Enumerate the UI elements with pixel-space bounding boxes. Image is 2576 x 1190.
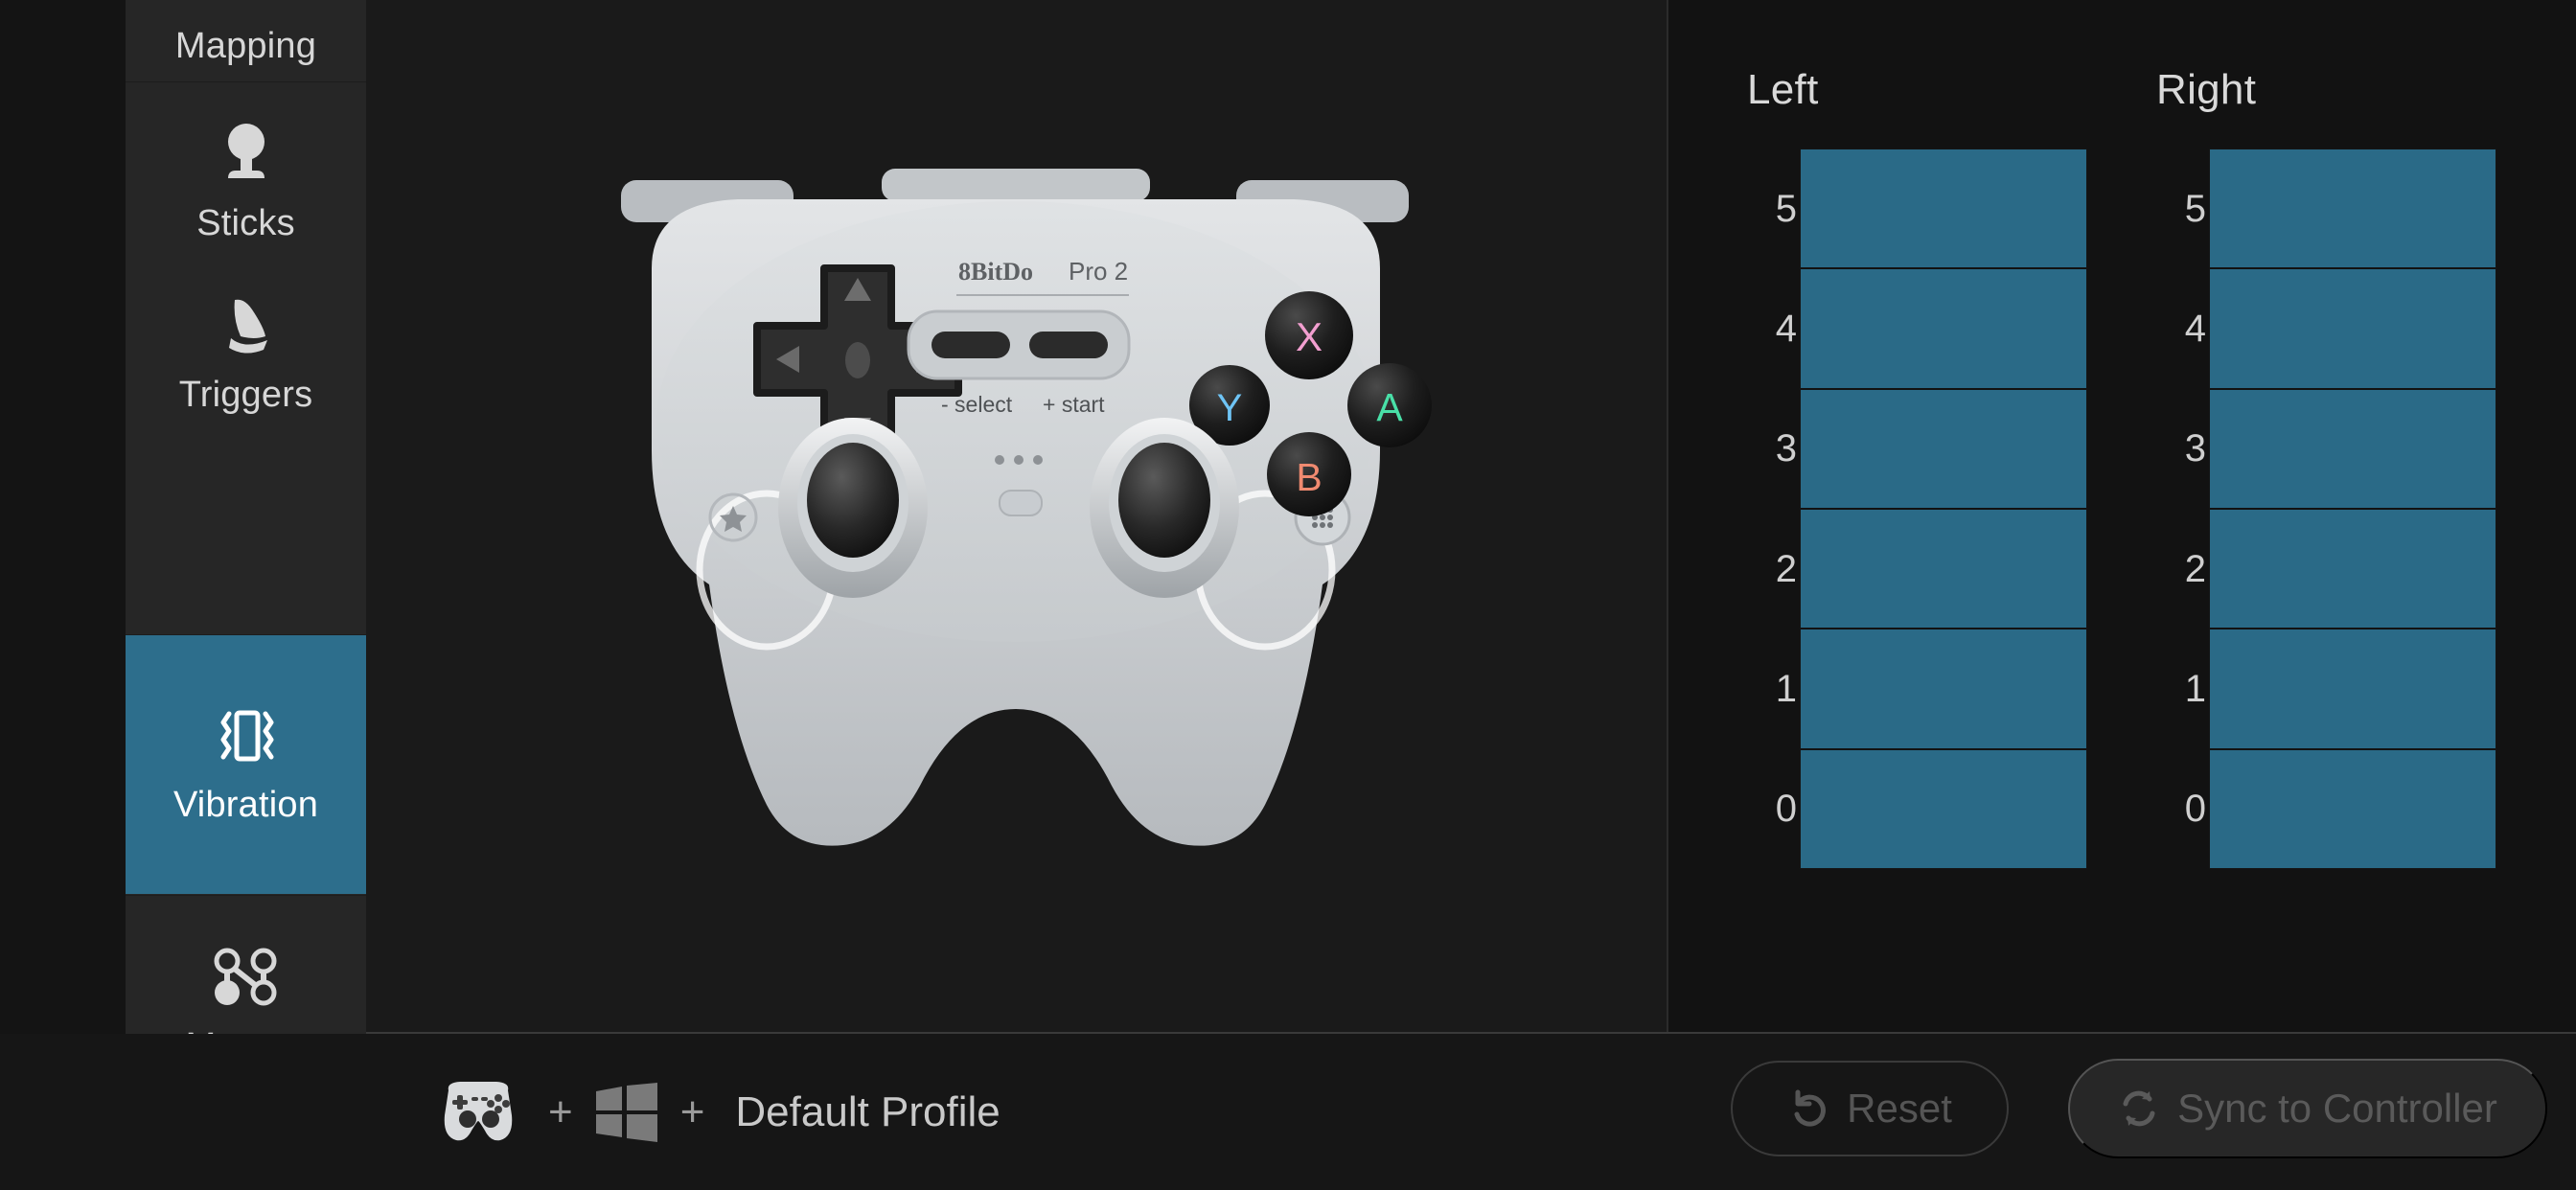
vibration-right-scale: 5 4 3 2 1 0 (2149, 149, 2206, 869)
scale-tick: 3 (1775, 427, 1797, 470)
scale-tick: 2 (1775, 547, 1797, 590)
bottom-actions: Reset Sync to Controller (1731, 1059, 2547, 1158)
vibration-level-cell[interactable] (1801, 149, 2086, 270)
vibration-icon (210, 706, 283, 766)
vibration-left-title: Left (1747, 66, 1819, 113)
controller-brand: 8BitDo (958, 258, 1033, 286)
vibration-level-cell[interactable] (1801, 749, 2086, 868)
vibration-level-cell[interactable] (1801, 389, 2086, 510)
sidebar-item-vibration[interactable]: Vibration (126, 635, 366, 894)
joystick-icon (217, 123, 276, 184)
controller-image[interactable]: 8BitDo Pro 2 - select + start X Y A B (479, 134, 1552, 881)
scale-tick: 0 (1775, 788, 1797, 831)
undo-icon (1787, 1087, 1829, 1130)
profile-breadcrumb[interactable]: + + Default Profile (431, 1068, 1000, 1156)
face-button-y-label: Y (1217, 387, 1243, 429)
scale-tick: 4 (1775, 307, 1797, 350)
windows-icon (595, 1083, 657, 1142)
scale-tick: 3 (2184, 427, 2206, 470)
reset-button[interactable]: Reset (1731, 1061, 2009, 1156)
sync-button-label: Sync to Controller (2177, 1086, 2497, 1131)
vibration-level-cell[interactable] (1801, 629, 2086, 750)
vibration-right-title: Right (2156, 66, 2257, 113)
controller-start-label: + start (1043, 392, 1105, 417)
plus-separator-2: + (679, 1088, 705, 1135)
sidebar-item-label: Vibration (172, 785, 319, 825)
sidebar: Mapping Sticks Triggers Vibration (126, 0, 366, 1190)
trigger-icon (216, 296, 277, 355)
refresh-icon (2118, 1087, 2160, 1130)
controller-model: Pro 2 (1069, 257, 1128, 286)
sidebar-item-triggers[interactable]: Triggers (126, 225, 366, 484)
controller-select-label: - select (941, 392, 1013, 417)
left-gutter (0, 0, 126, 1034)
mapping-icon (218, 0, 274, 7)
scale-tick: 4 (2184, 307, 2206, 350)
plus-separator-1: + (548, 1088, 573, 1135)
vibration-level-cell[interactable] (2210, 509, 2496, 630)
vibration-level-cell[interactable] (2210, 629, 2496, 750)
controller-illustration: 8BitDo Pro 2 - select + start X Y A B (621, 169, 1432, 846)
gamepad-icon (431, 1077, 525, 1148)
macros-icon (211, 948, 282, 1007)
sync-to-controller-button[interactable]: Sync to Controller (2068, 1059, 2547, 1158)
vibration-level-cell[interactable] (2210, 269, 2496, 390)
sidebar-item-label: Triggers (178, 375, 313, 415)
vibration-right-bar[interactable] (2209, 149, 2496, 869)
vibration-level-cell[interactable] (2210, 149, 2496, 270)
scale-tick: 1 (2184, 667, 2206, 710)
bottom-bar: + + Default Profile Reset Sync to Contro… (0, 1034, 2576, 1190)
scale-tick: 5 (1775, 187, 1797, 230)
scale-tick: 2 (2184, 547, 2206, 590)
face-button-x-label: X (1296, 314, 1322, 359)
profile-name[interactable]: Default Profile (735, 1091, 1000, 1133)
scale-tick: 5 (2184, 187, 2206, 230)
app-root: Mapping Sticks Triggers Vibration 8BitDo… (0, 0, 2576, 1190)
face-button-a-label: A (1376, 385, 1403, 429)
vibration-level-cell[interactable] (2210, 389, 2496, 510)
vibration-level-cell[interactable] (1801, 509, 2086, 630)
vibration-level-cell[interactable] (2210, 749, 2496, 868)
vibration-left-bar[interactable] (1800, 149, 2087, 869)
face-button-b-label: B (1296, 455, 1322, 499)
scale-tick: 1 (1775, 667, 1797, 710)
scale-tick: 0 (2184, 788, 2206, 831)
vibration-left-scale: 5 4 3 2 1 0 (1739, 149, 1797, 869)
reset-button-label: Reset (1847, 1086, 1952, 1131)
vibration-level-cell[interactable] (1801, 269, 2086, 390)
